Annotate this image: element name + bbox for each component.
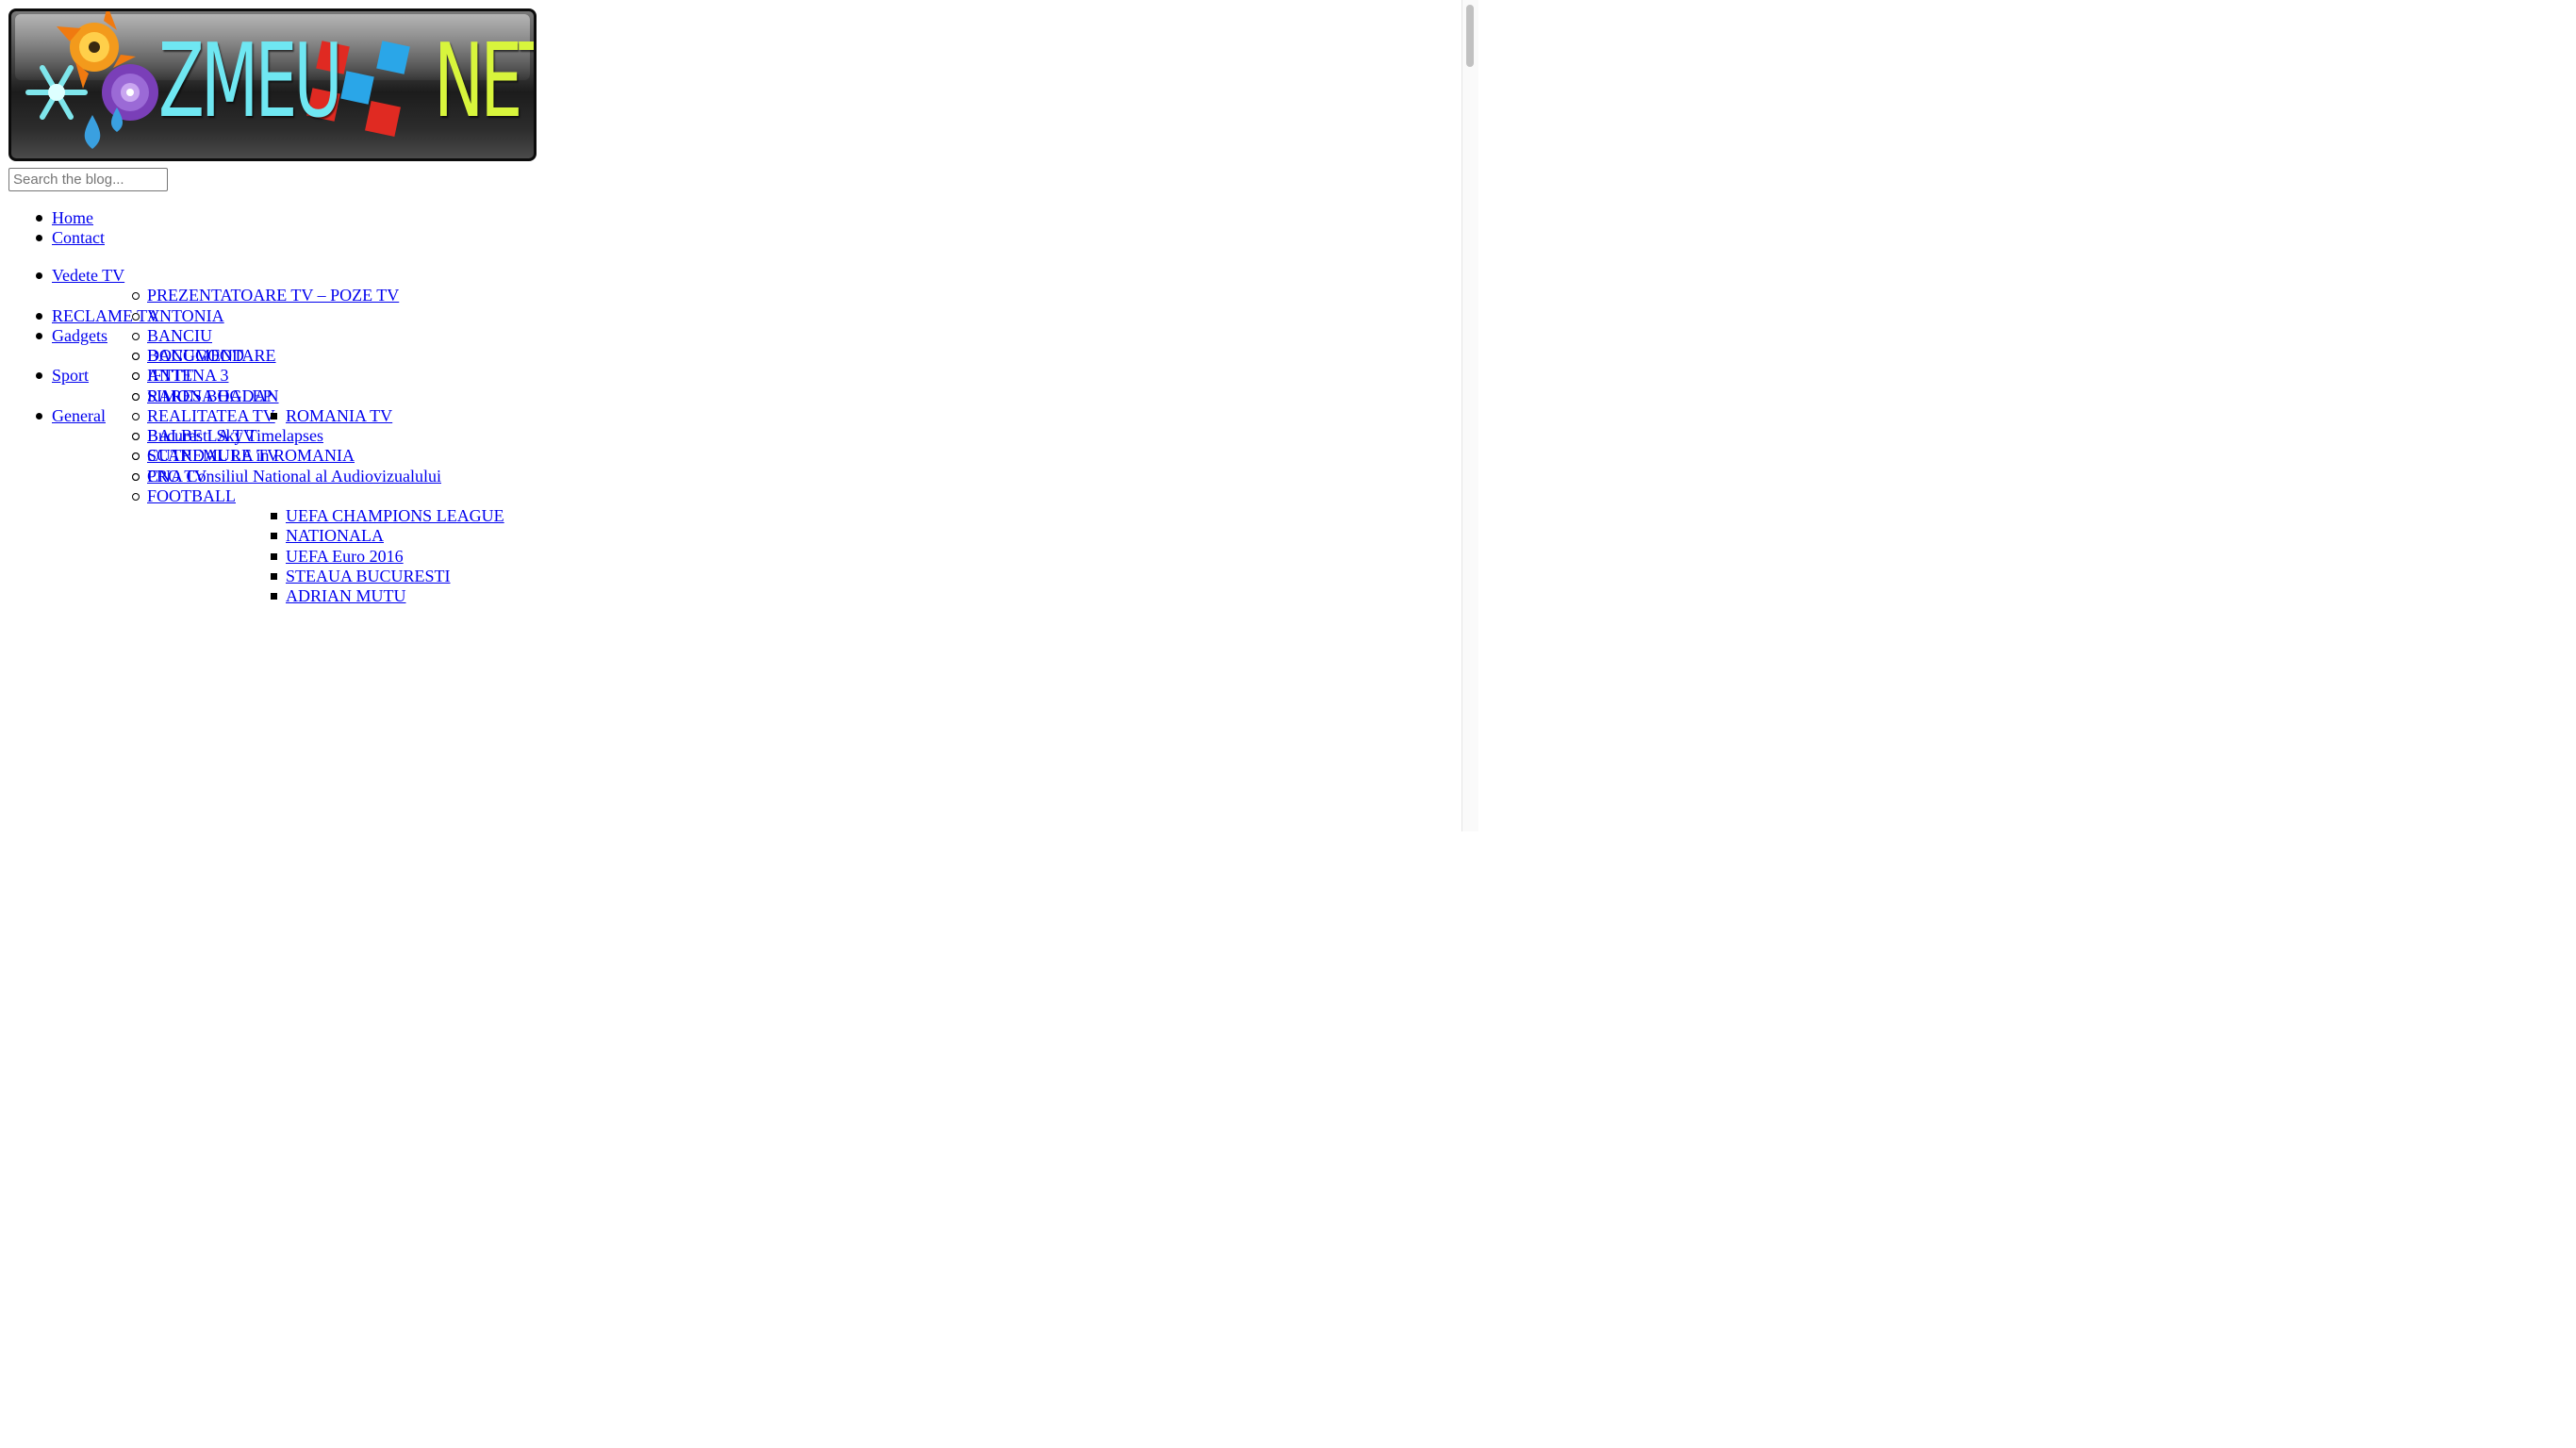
subcategory-item: SIMONA HALEP (52, 387, 504, 406)
subcategory-item: UEFA Euro 2016 (147, 547, 504, 567)
water-drop-icon (84, 107, 123, 149)
bullet-icon (36, 372, 42, 380)
subcategory-item: BANGGOOD (52, 346, 504, 366)
bullet-icon (132, 392, 140, 401)
category-link[interactable]: Sport (52, 366, 89, 385)
subcategory-item: FOOTBALL (52, 486, 504, 506)
bullet-icon (271, 593, 277, 600)
subcategory-item: NATIONALA (147, 526, 504, 546)
bullet-icon (271, 513, 277, 519)
submenu-container: Bucuresti Sky Timelapses CUTREMURE in RO… (0, 426, 504, 605)
bullet-icon (36, 312, 42, 320)
category-link[interactable]: RECLAME TV (52, 306, 159, 325)
subcategory-link[interactable]: SIMONA HALEP (147, 387, 272, 405)
bullet-icon (132, 472, 140, 481)
bullet-icon (36, 235, 42, 242)
submenu: Bucuresti Sky Timelapses CUTREMURE in RO… (52, 426, 504, 605)
subcategory-link[interactable]: CUTREMURE in ROMANIA (147, 446, 355, 465)
subcategory-link[interactable]: Bucuresti Sky Timelapses (147, 426, 323, 445)
logo-text-right: NET (434, 23, 534, 140)
bullet-icon (132, 492, 140, 501)
submenu-container: UEFA CHAMPIONS LEAGUE NATIONALA UEFA Eur… (52, 506, 504, 605)
bullet-icon (36, 272, 42, 279)
category-general: General (0, 406, 504, 426)
subcategory-item: CNA Consiliul National al Audiovizualulu… (52, 467, 504, 486)
bullet-icon (271, 572, 277, 580)
subcategory-link[interactable]: ADRIAN MUTU (286, 586, 406, 605)
bullet-icon (132, 292, 140, 301)
category-link[interactable]: General (52, 406, 106, 425)
category-link[interactable]: Vedete TV (52, 266, 124, 285)
home-link[interactable]: Home (52, 208, 93, 227)
bullet-icon (132, 433, 140, 440)
subcategory-item: Bucuresti Sky Timelapses (52, 426, 504, 446)
subcategory-link[interactable]: UEFA Euro 2016 (286, 547, 404, 566)
submenu-container: PREZENTATOARE TV – POZE TV ANTONIA BANCI… (0, 286, 504, 485)
snowflake-icon (25, 65, 88, 120)
bullet-icon (36, 332, 42, 339)
submenu: UEFA CHAMPIONS LEAGUE NATIONALA UEFA Eur… (147, 506, 504, 606)
subcategory-link[interactable]: STEAUA BUCURESTI (286, 567, 451, 585)
bullet-icon (132, 353, 140, 360)
menu-item-home: Home (0, 208, 105, 228)
subcategory-link[interactable]: BANGGOOD (147, 346, 244, 365)
subcategory-item: CUTREMURE in ROMANIA (52, 446, 504, 466)
subcategory-link[interactable]: UEFA CHAMPIONS LEAGUE (286, 506, 504, 525)
subcategory-item: UEFA CHAMPIONS LEAGUE (147, 506, 504, 526)
category-link[interactable]: Gadgets (52, 326, 107, 345)
bullet-icon (132, 452, 140, 461)
subcategory-item: ADRIAN MUTU (147, 586, 504, 606)
submenu-container: SIMONA HALEP ROMANIA TV (0, 387, 504, 425)
menu-item-contact: Contact (0, 228, 105, 248)
category-vedete-tv: Vedete TV (0, 266, 504, 286)
bullet-icon (271, 533, 277, 540)
purple-flower-icon (102, 64, 158, 121)
page: ZMEU NET Home Contact Vedete TV PREZENTA… (0, 0, 1461, 831)
subcategory-link[interactable]: PREZENTATOARE TV – POZE TV (147, 286, 399, 304)
contact-link[interactable]: Contact (52, 228, 105, 247)
top-menu: Home Contact (0, 208, 105, 249)
search-input[interactable] (8, 168, 168, 191)
category-gadgets: Gadgets (0, 326, 504, 346)
subcategory-link[interactable]: NATIONALA (286, 526, 384, 545)
category-reclame-tv: RECLAME TV (0, 306, 504, 326)
logo-text-left: ZMEU (158, 23, 343, 140)
subcategory-item: PREZENTATOARE TV – POZE TV (52, 286, 504, 305)
subcategory-link[interactable]: CNA Consiliul National al Audiovizualulu… (147, 467, 441, 485)
vertical-scrollbar[interactable] (1461, 0, 1478, 831)
bullet-icon (271, 552, 277, 560)
bullet-icon (36, 412, 42, 420)
subcategory-link[interactable]: FOOTBALL (147, 486, 236, 505)
category-menu: Vedete TV PREZENTATOARE TV – POZE TV ANT… (0, 266, 504, 605)
scrollbar-thumb[interactable] (1466, 5, 1474, 67)
category-sport: Sport (0, 366, 504, 386)
subcategory-item: STEAUA BUCURESTI (147, 567, 504, 586)
bullet-icon (36, 215, 42, 222)
site-logo[interactable]: ZMEU NET (8, 8, 537, 161)
submenu-container: BANGGOOD IFTTT (0, 346, 504, 385)
